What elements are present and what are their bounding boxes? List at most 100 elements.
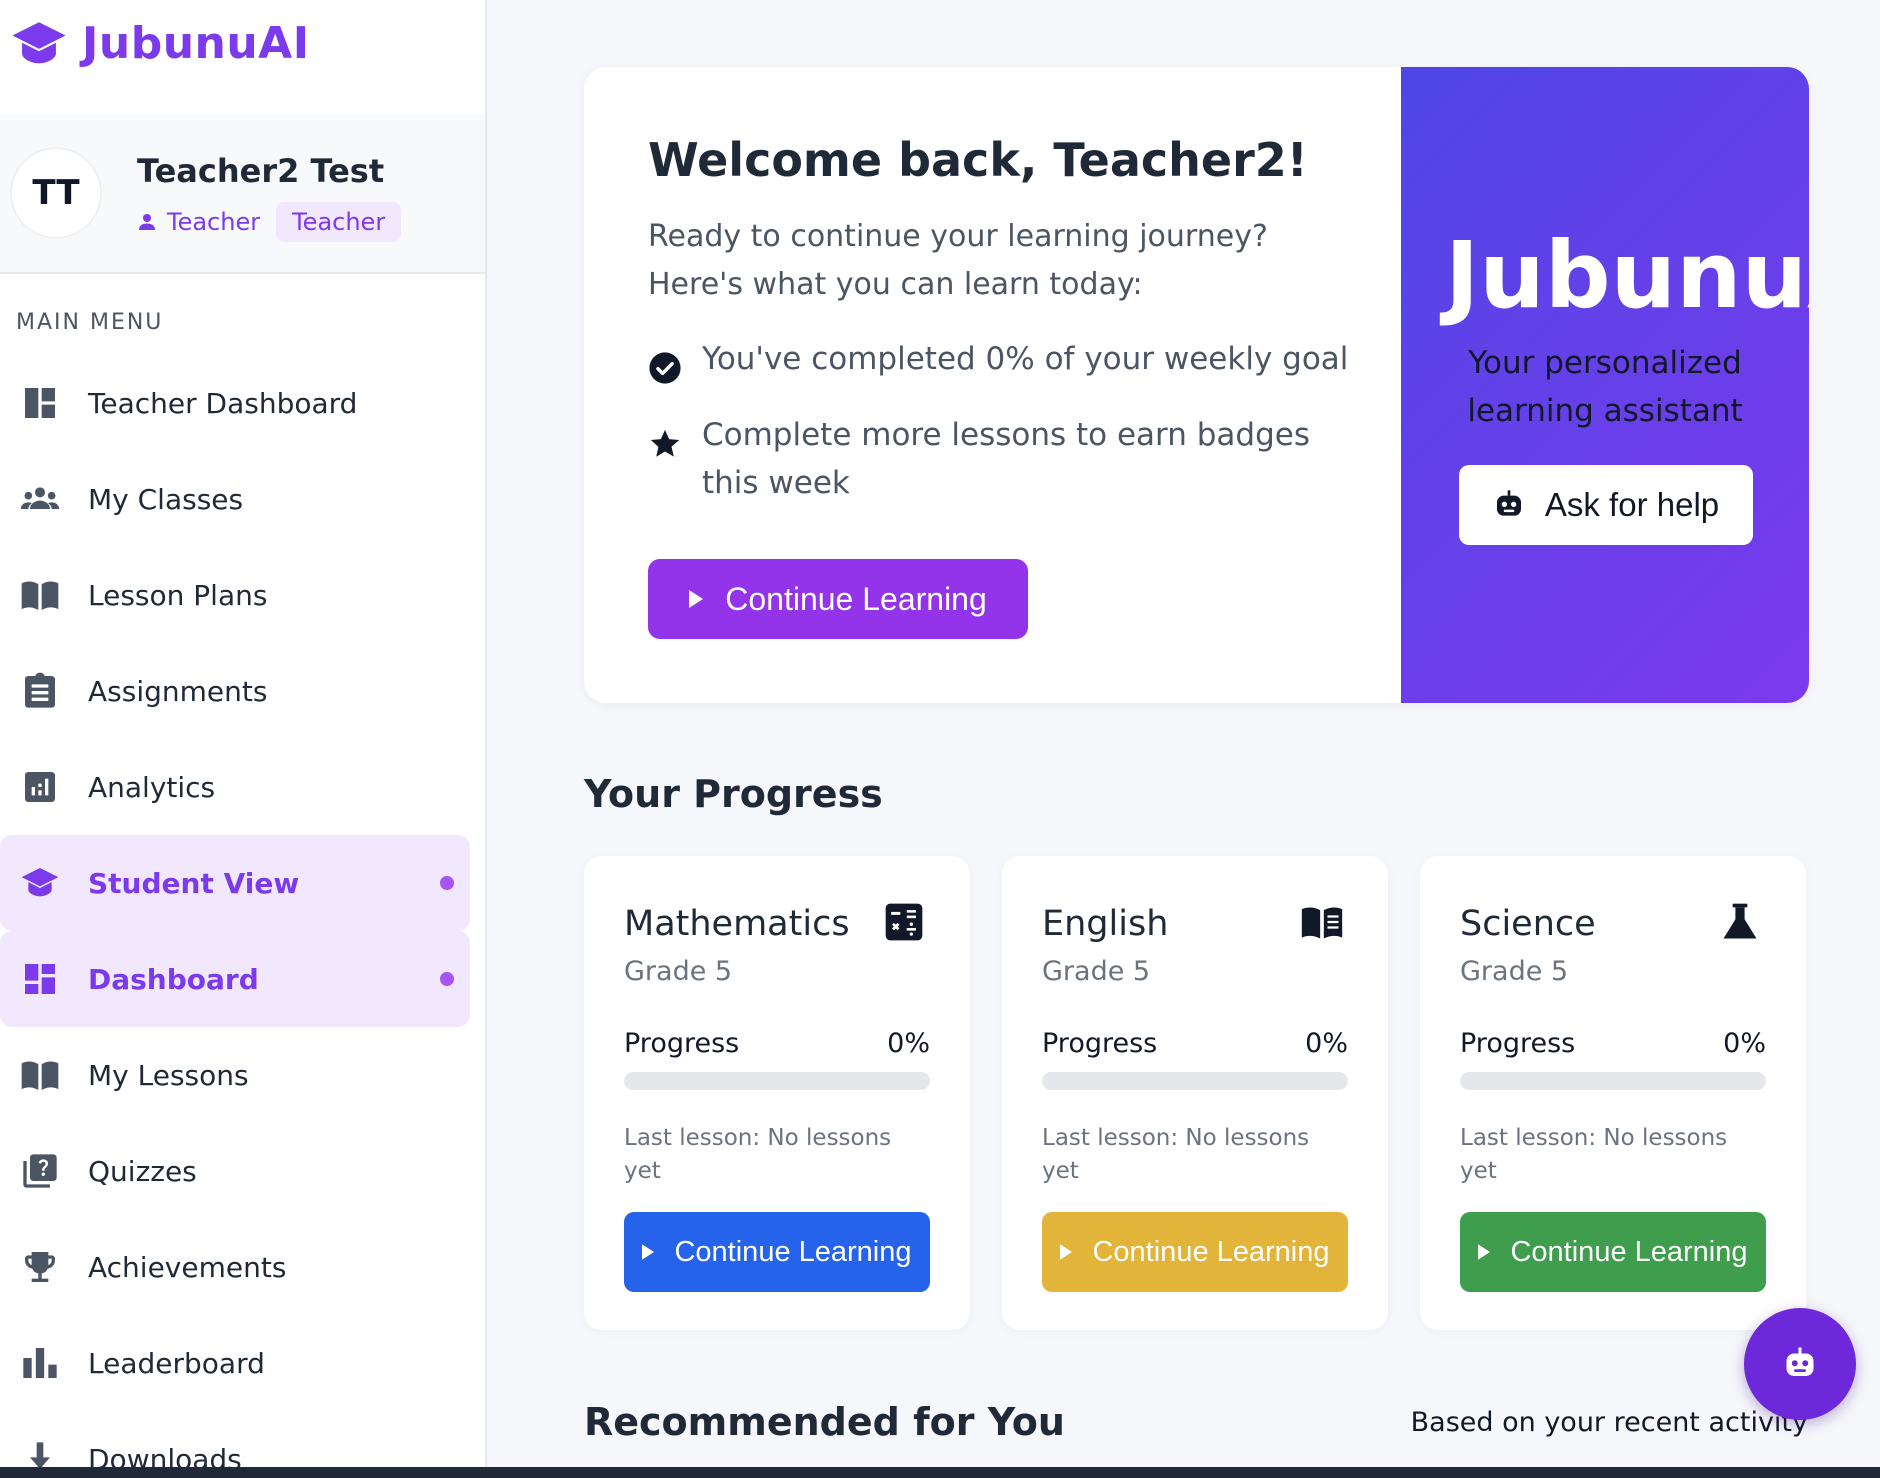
graduation-cap-icon	[12, 21, 66, 63]
last-lesson: Last lesson: No lessons yet	[1042, 1125, 1310, 1184]
continue-learning-label: Continue Learning	[725, 580, 987, 617]
bottom-edge	[0, 1467, 1880, 1478]
course-name: Science	[1460, 904, 1596, 944]
sidebar: JubunuAI TT Teacher2 Test Teacher Teache…	[0, 0, 487, 1467]
role-badge: Teacher	[276, 202, 402, 242]
sidebar-item-label: My Classes	[88, 482, 244, 516]
section-title-recommended: Recommended for You	[584, 1400, 1065, 1444]
welcome-card: Welcome back, Teacher2! Ready to continu…	[584, 67, 1809, 703]
section-title-progress: Your Progress	[584, 772, 883, 816]
continue-learning-label: Continue Learning	[1092, 1235, 1330, 1268]
welcome-title: Welcome back, Teacher2!	[648, 133, 1308, 187]
book-open-icon	[18, 1053, 62, 1097]
play-icon	[1478, 1244, 1491, 1260]
dashboard-icon	[18, 381, 62, 425]
play-icon	[1060, 1244, 1073, 1260]
sidebar-item-downloads[interactable]: Downloads	[0, 1411, 470, 1467]
course-name: Mathematics	[624, 904, 850, 944]
active-indicator-dot	[440, 876, 454, 890]
progress-bar	[624, 1072, 930, 1090]
sidebar-item-lesson-plans[interactable]: Lesson Plans	[0, 547, 470, 643]
leaderboard-icon	[18, 1341, 62, 1385]
sidebar-item-label: Leaderboard	[88, 1346, 265, 1380]
science-continue-button[interactable]: Continue Learning	[1460, 1212, 1766, 1292]
goal-item-weekly: You've completed 0% of your weekly goal	[648, 335, 1368, 385]
course-grade: Grade 5	[624, 956, 733, 987]
progress-value: 0%	[1723, 1028, 1766, 1059]
goal-text: Complete more lessons to earn badges thi…	[702, 417, 1311, 501]
sidebar-item-student-view[interactable]: Student View	[0, 835, 470, 931]
course-grade: Grade 5	[1042, 956, 1151, 987]
sidebar-item-label: Lesson Plans	[88, 578, 268, 612]
course-card-english: English Grade 5 Progress 0% Last lesson:…	[1002, 856, 1388, 1330]
continue-learning-label: Continue Learning	[1510, 1235, 1748, 1268]
sidebar-item-dashboard[interactable]: Dashboard	[0, 931, 470, 1027]
check-circle-icon	[649, 352, 681, 384]
brand-name: JubunuAI	[82, 18, 310, 69]
ask-for-help-label: Ask for help	[1544, 486, 1720, 523]
play-icon	[642, 1244, 655, 1260]
flask-icon	[1723, 903, 1757, 939]
progress-label: Progress	[1042, 1028, 1158, 1059]
active-indicator-dot	[440, 972, 454, 986]
continue-learning-button[interactable]: Continue Learning	[648, 559, 1028, 639]
graduation-cap-icon	[18, 861, 62, 905]
clipboard-icon	[18, 669, 62, 713]
sidebar-item-leaderboard[interactable]: Leaderboard	[0, 1315, 470, 1411]
recommended-note: Based on your recent activity	[1410, 1407, 1808, 1438]
calculator-icon	[885, 903, 923, 941]
last-lesson: Last lesson: No lessons yet	[1460, 1125, 1728, 1184]
welcome-subtitle: Ready to continue your learning journey?…	[648, 219, 1268, 302]
sidebar-item-label: Student View	[88, 866, 300, 900]
course-card-mathematics: Mathematics Grade 5 Progress 0% Last les…	[584, 856, 970, 1330]
goal-text: You've completed 0% of your weekly goal	[702, 341, 1349, 377]
menu-header: MAIN MENU	[16, 310, 164, 335]
sidebar-item-label: Teacher Dashboard	[88, 386, 358, 420]
sidebar-item-label: Analytics	[88, 770, 216, 804]
ask-for-help-button[interactable]: Ask for help	[1459, 465, 1753, 545]
sidebar-item-label: Quizzes	[88, 1154, 197, 1188]
assistant-brand: JubunuAI	[1445, 222, 1809, 329]
profile-name: Teacher2 Test	[137, 152, 385, 190]
analytics-icon	[18, 765, 62, 809]
sidebar-item-analytics[interactable]: Analytics	[0, 739, 470, 835]
sidebar-item-my-classes[interactable]: My Classes	[0, 451, 470, 547]
play-icon	[689, 590, 704, 608]
last-lesson: Last lesson: No lessons yet	[624, 1125, 892, 1184]
progress-bar	[1042, 1072, 1348, 1090]
progress-label: Progress	[624, 1028, 740, 1059]
star-icon	[650, 429, 680, 457]
progress-bar	[1460, 1072, 1766, 1090]
sidebar-item-my-lessons[interactable]: My Lessons	[0, 1027, 470, 1123]
sidebar-item-assignments[interactable]: Assignments	[0, 643, 470, 739]
sidebar-item-label: Downloads	[88, 1442, 242, 1468]
continue-learning-label: Continue Learning	[674, 1235, 912, 1268]
course-name: English	[1042, 904, 1169, 944]
math-continue-button[interactable]: Continue Learning	[624, 1212, 930, 1292]
trophy-icon	[18, 1245, 62, 1289]
main-menu: Teacher Dashboard My Classes Lesson Plan…	[0, 355, 485, 1467]
english-continue-button[interactable]: Continue Learning	[1042, 1212, 1348, 1292]
quiz-icon	[18, 1149, 62, 1193]
course-grade: Grade 5	[1460, 956, 1569, 987]
group-icon	[18, 477, 62, 521]
progress-value: 0%	[887, 1028, 930, 1059]
goal-item-badges: Complete more lessons to earn badges thi…	[648, 411, 1368, 507]
assistant-panel: JubunuAI Your personalized learning assi…	[1401, 67, 1809, 703]
sidebar-item-label: Achievements	[88, 1250, 287, 1284]
robot-icon	[1496, 490, 1521, 516]
brand-logo[interactable]: JubunuAI	[10, 18, 310, 69]
profile-role: Teacher Teacher	[137, 202, 402, 242]
avatar[interactable]: TT	[10, 147, 102, 239]
sidebar-item-teacher-dashboard[interactable]: Teacher Dashboard	[0, 355, 470, 451]
robot-icon	[1786, 1347, 1814, 1376]
person-icon	[139, 214, 155, 230]
sidebar-item-achievements[interactable]: Achievements	[0, 1219, 470, 1315]
dashboard-grid-icon	[18, 957, 62, 1001]
assistant-tagline: Your personalized learning assistant	[1467, 345, 1743, 429]
sidebar-item-label: Dashboard	[88, 962, 259, 996]
sidebar-item-quizzes[interactable]: Quizzes	[0, 1123, 470, 1219]
download-icon	[18, 1437, 62, 1467]
book-icon	[1301, 907, 1343, 939]
chat-assistant-button[interactable]	[1744, 1308, 1856, 1420]
